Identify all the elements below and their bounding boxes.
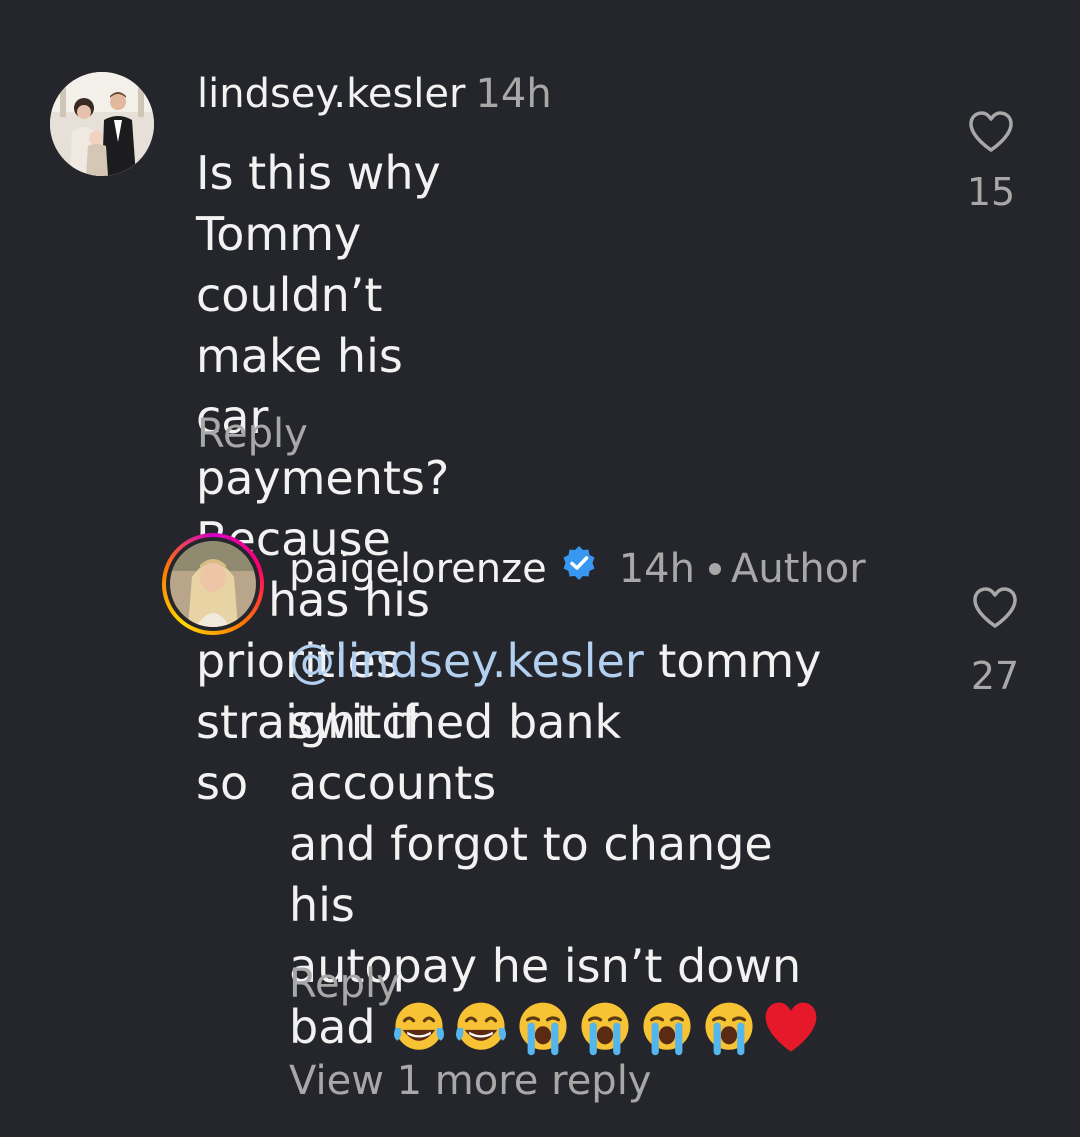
timestamp: 14h [618,546,695,592]
avatar[interactable] [162,533,264,635]
loudly-crying-face-icon [519,1002,567,1056]
author-label: Author [730,546,866,592]
reply-button[interactable]: Reply [197,410,308,458]
avatar-photo [50,72,154,176]
separator-dot [708,563,721,575]
like-count: 15 [966,170,1016,214]
view-more-replies-button[interactable]: View 1 more reply [289,1057,651,1105]
comment-line: and forgot to change his [289,817,773,932]
comment-text-fragment: bad [289,1000,391,1054]
like-count: 27 [970,654,1020,698]
like-control: 27 [965,586,1025,698]
loudly-crying-face-icon [705,1002,753,1056]
reply-button[interactable]: Reply [289,960,400,1008]
loudly-crying-face-icon [643,1002,691,1056]
comment-line: Is this why Tommy couldn’t [196,146,441,322]
like-control: 15 [961,110,1021,214]
username[interactable]: paigelorenze [289,546,547,592]
heart-icon[interactable] [967,110,1015,154]
verified-badge-icon [561,544,597,592]
comment-line: switched bank accounts [289,695,622,810]
heart-icon[interactable] [971,586,1019,630]
comment-header: lindsey.kesler 14h [197,70,552,118]
comment-header: paigelorenze 14h Author [289,545,866,595]
red-heart-icon [765,1002,817,1052]
comment-line: @lindsey.kesler tommy [289,631,824,692]
avatar-photo [170,541,256,627]
avatar[interactable] [50,72,154,176]
mention-link[interactable]: @lindsey.kesler [289,634,644,688]
face-with-tears-of-joy-icon [456,1002,507,1050]
loudly-crying-face-icon [581,1002,629,1056]
comment-text-fragment: tommy [643,634,822,688]
username[interactable]: lindsey.kesler [197,71,465,117]
timestamp: 14h [475,71,552,117]
